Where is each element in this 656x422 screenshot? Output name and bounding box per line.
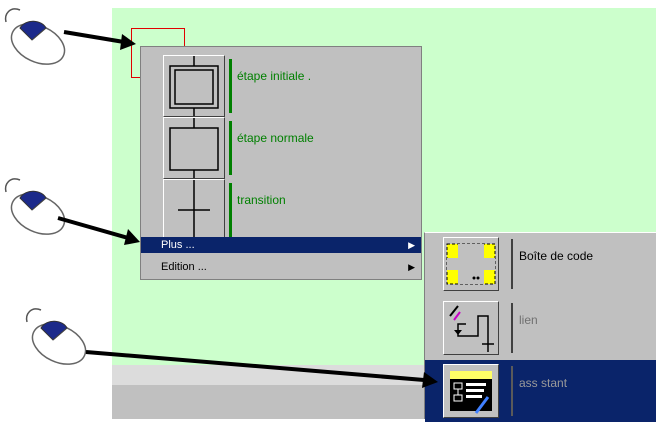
arrow-head-icon: [422, 372, 438, 388]
arrow-head-icon: [124, 229, 140, 245]
arrow-head-icon: [120, 34, 136, 50]
pointer-arrows: [57, 30, 438, 388]
